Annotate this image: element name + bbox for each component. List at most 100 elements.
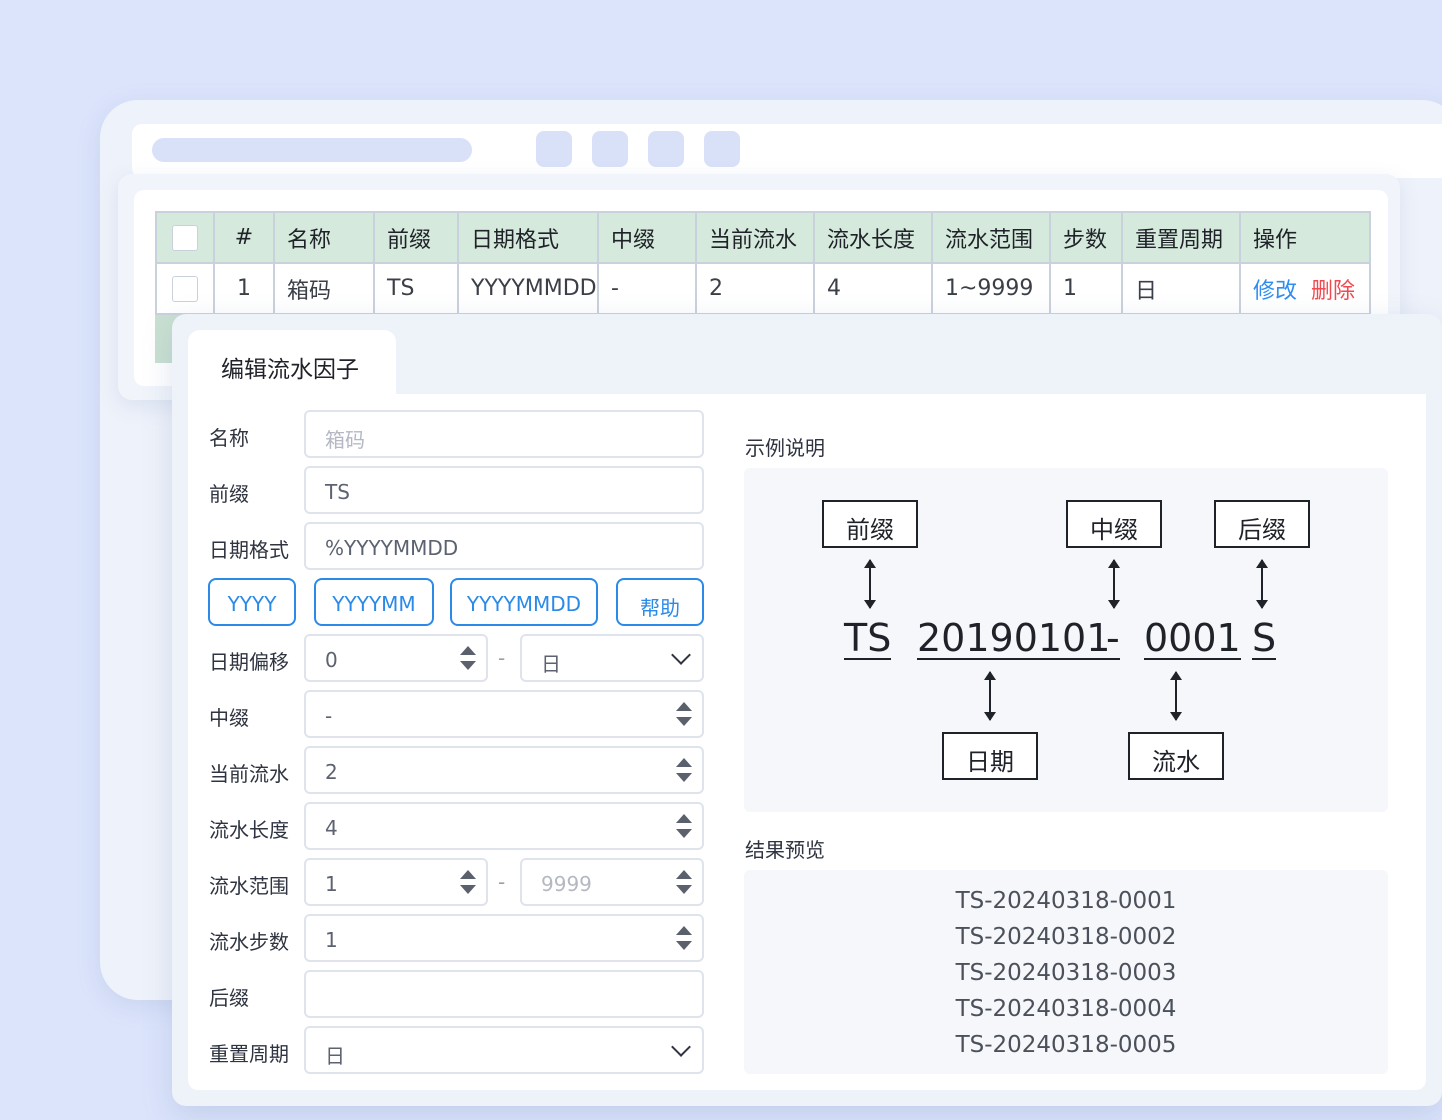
example-part-date: 20190101 (917, 616, 1111, 660)
example-part-suffix: S (1252, 616, 1277, 660)
serial-range-separator: - (498, 870, 506, 894)
example-part-prefix: TS (844, 616, 892, 660)
serial-length-label: 流水长度 (209, 818, 289, 842)
cell-actions: 修改 删除 (1239, 262, 1371, 315)
preview-line: TS-20240318-0001 (955, 888, 1177, 914)
date-offset-unit-select[interactable]: 日 (520, 634, 704, 682)
yyyy-button[interactable]: YYYY (208, 578, 296, 626)
search-bar-placeholder (152, 138, 472, 162)
cell-prefix: TS (373, 262, 459, 315)
col-header-index: # (213, 211, 275, 264)
current-serial-label: 当前流水 (209, 762, 289, 786)
serial-range-max-placeholder: 9999 (541, 872, 592, 896)
stepper-icon[interactable] (676, 814, 692, 838)
serial-factor-table: # 名称 前缀 日期格式 中缀 当前流水 流水长度 流水范围 步数 重置周期 操… (155, 211, 1371, 315)
serial-range-min-value: 1 (325, 872, 338, 896)
double-arrow-icon (1170, 671, 1182, 721)
serial-range-max-input[interactable]: 9999 (520, 858, 704, 906)
preview-list: TS-20240318-0001 TS-20240318-0002 TS-202… (744, 870, 1388, 1074)
cell-current-serial: 2 (695, 262, 815, 315)
col-header-actions: 操作 (1239, 211, 1371, 264)
date-offset-separator: - (498, 646, 506, 670)
col-header-prefix: 前缀 (373, 211, 459, 264)
preview-title: 结果预览 (745, 838, 825, 862)
tab-edit-serial-factor[interactable]: 编辑流水因子 (188, 330, 396, 396)
stepper-icon[interactable] (676, 870, 692, 894)
example-part-infix: - (1106, 616, 1120, 660)
stepper-icon[interactable] (676, 926, 692, 950)
infix-label: 中缀 (209, 706, 249, 730)
preview-line: TS-20240318-0003 (955, 960, 1177, 986)
delete-link[interactable]: 删除 (1311, 279, 1355, 304)
example-box-date: 日期 (942, 732, 1038, 780)
suffix-input[interactable] (304, 970, 704, 1018)
cell-reset-cycle: 日 (1121, 262, 1241, 315)
date-offset-input[interactable]: 0 (304, 634, 488, 682)
chevron-down-icon (671, 1037, 691, 1057)
example-part-serial: 0001 (1144, 616, 1241, 660)
double-arrow-icon (984, 671, 996, 721)
prefix-label: 前缀 (209, 482, 249, 506)
preview-line: TS-20240318-0002 (955, 924, 1177, 950)
select-all-checkbox[interactable] (155, 211, 215, 264)
col-header-reset-cycle: 重置周期 (1121, 211, 1241, 264)
yyyymm-button[interactable]: YYYYMM (314, 578, 434, 626)
double-arrow-icon (864, 559, 876, 609)
serial-step-input[interactable]: 1 (304, 914, 704, 962)
prefix-input[interactable]: TS (304, 466, 704, 514)
name-label: 名称 (209, 426, 249, 450)
cell-date-format: YYYYMMDD (457, 262, 599, 315)
stepper-icon[interactable] (676, 758, 692, 782)
example-box-prefix: 前缀 (822, 500, 918, 548)
current-serial-value: 2 (325, 760, 338, 784)
serial-range-min-input[interactable]: 1 (304, 858, 488, 906)
double-arrow-icon (1256, 559, 1268, 609)
toolbar-button-placeholder (648, 131, 684, 167)
stepper-icon[interactable] (460, 646, 476, 670)
col-header-infix: 中缀 (597, 211, 697, 264)
reset-cycle-select[interactable]: 日 (304, 1026, 704, 1074)
example-title: 示例说明 (745, 436, 825, 460)
chevron-down-icon (671, 645, 691, 665)
cell-serial-length: 4 (813, 262, 933, 315)
stepper-icon[interactable] (676, 702, 692, 726)
double-arrow-icon (1108, 559, 1120, 609)
col-header-name: 名称 (273, 211, 375, 264)
cell-index: 1 (213, 262, 275, 315)
cell-name: 箱码 (273, 262, 375, 315)
row-checkbox[interactable] (155, 262, 215, 315)
col-header-date-format: 日期格式 (457, 211, 599, 264)
serial-step-value: 1 (325, 928, 338, 952)
toolbar-button-placeholder (592, 131, 628, 167)
date-offset-value: 0 (325, 648, 338, 672)
help-button[interactable]: 帮助 (616, 578, 704, 626)
col-header-serial-length: 流水长度 (813, 211, 933, 264)
name-input[interactable]: 箱码 (304, 410, 704, 458)
col-header-serial-range: 流水范围 (931, 211, 1051, 264)
reset-cycle-label: 重置周期 (209, 1042, 289, 1066)
col-header-step: 步数 (1049, 211, 1123, 264)
preview-line: TS-20240318-0004 (955, 996, 1177, 1022)
suffix-label: 后缀 (209, 986, 249, 1010)
yyyymmdd-button[interactable]: YYYYMMDD (450, 578, 598, 626)
cell-infix: - (597, 262, 697, 315)
infix-value: - (325, 704, 333, 728)
reset-cycle-value: 日 (325, 1044, 345, 1068)
stepper-icon[interactable] (460, 870, 476, 894)
example-box-suffix: 后缀 (1214, 500, 1310, 548)
edit-link[interactable]: 修改 (1253, 279, 1297, 304)
preview-line: TS-20240318-0005 (955, 1032, 1177, 1058)
toolbar-button-placeholder (704, 131, 740, 167)
example-box-infix: 中缀 (1066, 500, 1162, 548)
cell-step: 1 (1049, 262, 1123, 315)
date-format-label: 日期格式 (209, 538, 289, 562)
infix-input[interactable]: - (304, 690, 704, 738)
date-offset-unit-value: 日 (541, 652, 561, 676)
serial-length-value: 4 (325, 816, 338, 840)
date-format-input[interactable]: %YYYYMMDD (304, 522, 704, 570)
serial-length-input[interactable]: 4 (304, 802, 704, 850)
current-serial-input[interactable]: 2 (304, 746, 704, 794)
cell-serial-range: 1~9999 (931, 262, 1051, 315)
table-row: 1 箱码 TS YYYYMMDD - 2 4 1~9999 1 日 修改 删除 (155, 262, 1371, 315)
example-box-serial: 流水 (1128, 732, 1224, 780)
